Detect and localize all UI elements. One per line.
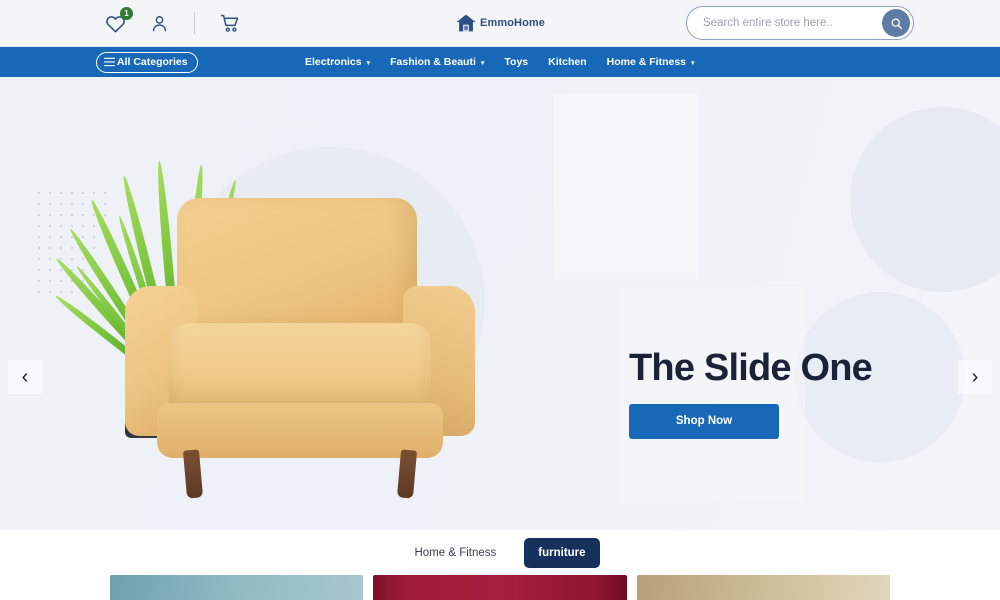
chair-base [157,403,443,458]
hamburger-icon [104,57,115,67]
logo-text: EmmoHome [480,17,545,29]
hero-carousel: The Slide One Shop Now ‹ › [0,77,1000,530]
top-bar-icon-group: 1 [100,7,245,38]
hero-copy-block: The Slide One Shop Now [629,347,959,439]
chair-seat-cushion [169,323,431,413]
carousel-prev-button[interactable]: ‹ [8,360,42,394]
cart-button[interactable] [215,8,245,38]
account-button[interactable] [144,8,174,38]
cart-icon [220,14,239,32]
nav-item-home-fitness[interactable]: Home & Fitness ▾ [607,56,695,68]
nav-link-list: Electronics ▾ Fashion & Beauti ▾ Toys Ki… [305,56,695,68]
all-categories-button[interactable]: All Categories [96,51,198,73]
search-icon [890,17,902,29]
tab-furniture[interactable]: furniture [524,537,600,568]
nav-item-electronics[interactable]: Electronics ▾ [305,56,370,68]
product-card-maroon[interactable] [373,575,627,600]
product-card-tan[interactable] [636,575,890,600]
product-card-teal[interactable] [110,575,364,600]
hero-product-image [53,105,500,530]
armchair-illustration [125,198,475,499]
nav-label: Fashion & Beauti [390,56,476,68]
all-categories-label: All Categories [117,56,188,68]
site-logo[interactable]: EmmoHome [455,13,545,33]
wishlist-button[interactable]: 1 [100,7,133,38]
search-bar[interactable] [686,6,914,40]
search-submit-button[interactable] [882,9,910,37]
nav-label: Kitchen [548,56,587,68]
main-navigation: All Categories Electronics ▾ Fashion & B… [0,47,1000,77]
icon-divider [194,12,195,34]
nav-item-kitchen[interactable]: Kitchen [548,56,587,68]
chair-leg-right [396,449,418,499]
chevron-down-icon: ▾ [691,59,695,67]
house-icon [456,14,476,32]
chevron-down-icon: ▾ [366,59,371,67]
chevron-down-icon: ▾ [480,59,485,67]
carousel-next-button[interactable]: › [958,360,992,394]
wishlist-count-badge: 1 [120,7,133,20]
nav-item-toys[interactable]: Toys [504,56,528,68]
nav-label: Home & Fitness [606,56,687,68]
nav-label: Toys [504,56,529,68]
hero-title: The Slide One [629,347,873,389]
category-tab-bar: Home & Fitness furniture [0,530,1000,575]
hero-decor-rect-top [553,94,698,279]
search-input[interactable] [703,17,882,29]
user-icon [152,15,166,31]
chair-backrest [177,198,417,333]
top-bar: 1 EmmoHome [0,0,1000,47]
hero-decor-circle-top-right [850,107,1000,292]
product-grid [0,575,1000,600]
chevron-right-icon: › [971,365,979,388]
nav-item-fashion-beauti[interactable]: Fashion & Beauti ▾ [390,56,484,68]
nav-label: Electronics [305,56,362,68]
shop-now-button[interactable]: Shop Now [629,403,779,439]
tab-home-fitness[interactable]: Home & Fitness [400,538,510,568]
chevron-left-icon: ‹ [21,365,29,388]
